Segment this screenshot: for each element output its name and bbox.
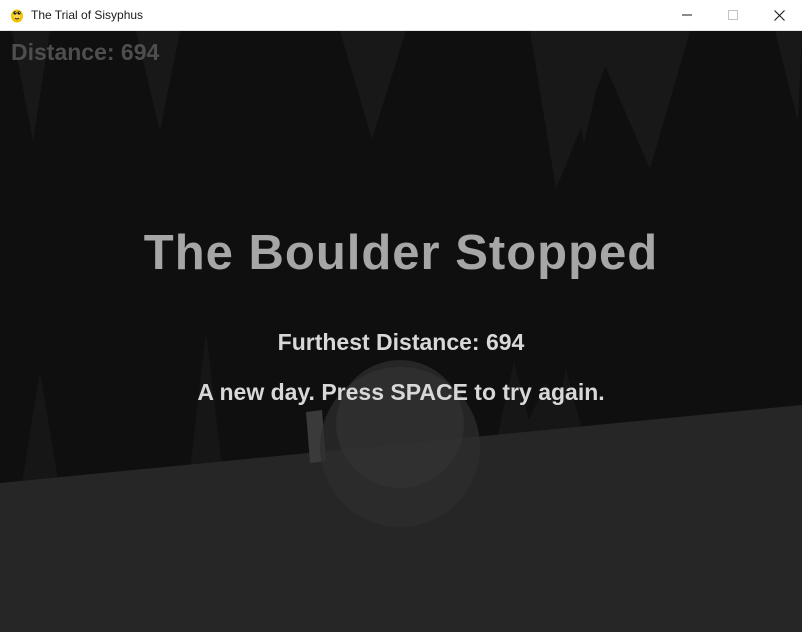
window-title: The Trial of Sisyphus — [31, 8, 144, 22]
title-bar[interactable]: The Trial of Sisyphus — [0, 0, 802, 31]
restart-prompt: A new day. Press SPACE to try again. — [197, 379, 605, 405]
close-icon — [773, 9, 785, 21]
game-canvas[interactable]: Distance: 694 The Boulder Stopped Furthe… — [0, 31, 802, 632]
distance-counter: Distance: 694 — [11, 39, 160, 65]
close-button[interactable] — [756, 0, 802, 30]
pygame-snake-icon — [11, 9, 23, 23]
game-window: The Trial of Sisyphus Distance: 694 The … — [0, 0, 802, 632]
minimize-icon — [682, 14, 692, 16]
maximize-button[interactable] — [710, 0, 756, 30]
minimize-button[interactable] — [664, 0, 710, 30]
furthest-distance-label: Furthest Distance: 694 — [277, 329, 525, 355]
game-over-title: The Boulder Stopped — [143, 226, 659, 280]
maximize-icon — [728, 10, 738, 20]
